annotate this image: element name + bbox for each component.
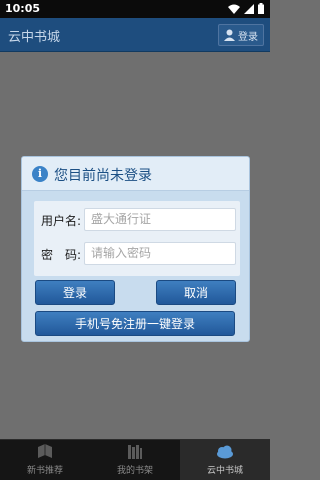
tab-label: 新书推荐 xyxy=(26,466,63,476)
tab-cloud-bookstore[interactable]: 云中书城 xyxy=(180,440,270,480)
info-icon: i xyxy=(32,166,48,182)
cloud-icon xyxy=(217,445,233,459)
wifi-icon xyxy=(228,4,240,14)
tab-new-books[interactable]: 新书推荐 xyxy=(0,440,90,480)
dialog-title: 您目前尚未登录 xyxy=(54,168,152,184)
status-icons xyxy=(228,3,264,14)
top-login-button[interactable]: 登录 xyxy=(218,24,264,46)
status-bar: 10:05 xyxy=(0,0,270,18)
top-login-label: 登录 xyxy=(238,31,258,43)
tab-label: 云中书城 xyxy=(206,466,243,476)
dialog-header: i 您目前尚未登录 xyxy=(22,157,249,191)
books-icon xyxy=(38,444,52,458)
username-label: 用户名: xyxy=(41,214,82,228)
app-bar: 云中书城 登录 xyxy=(0,18,270,52)
status-time: 10:05 xyxy=(5,2,41,15)
username-input[interactable]: 盛大通行证 xyxy=(84,208,236,231)
login-form: 用户名: 盛大通行证 密 码: 请输入密码 xyxy=(34,201,240,276)
username-row: 用户名: 盛大通行证 xyxy=(34,207,240,233)
password-label: 密 码: xyxy=(41,248,82,262)
phone-login-button[interactable]: 手机号免注册一键登录 xyxy=(35,311,235,336)
password-row: 密 码: 请输入密码 xyxy=(34,241,240,267)
signal-icon xyxy=(244,3,254,14)
cancel-button[interactable]: 取消 xyxy=(156,280,236,305)
password-input[interactable]: 请输入密码 xyxy=(84,242,236,265)
bottom-tab-bar: 新书推荐 我的书架 云中书城 xyxy=(0,439,270,480)
app-title: 云中书城 xyxy=(8,30,61,45)
bookshelf-icon xyxy=(128,445,142,459)
tab-bookshelf[interactable]: 我的书架 xyxy=(90,440,180,480)
login-button[interactable]: 登录 xyxy=(35,280,115,305)
login-dialog: i 您目前尚未登录 用户名: 盛大通行证 密 码: 请输入密码 登录 取消 手机… xyxy=(21,156,250,342)
user-icon xyxy=(224,29,235,41)
battery-icon xyxy=(258,3,264,14)
tab-label: 我的书架 xyxy=(116,466,153,476)
